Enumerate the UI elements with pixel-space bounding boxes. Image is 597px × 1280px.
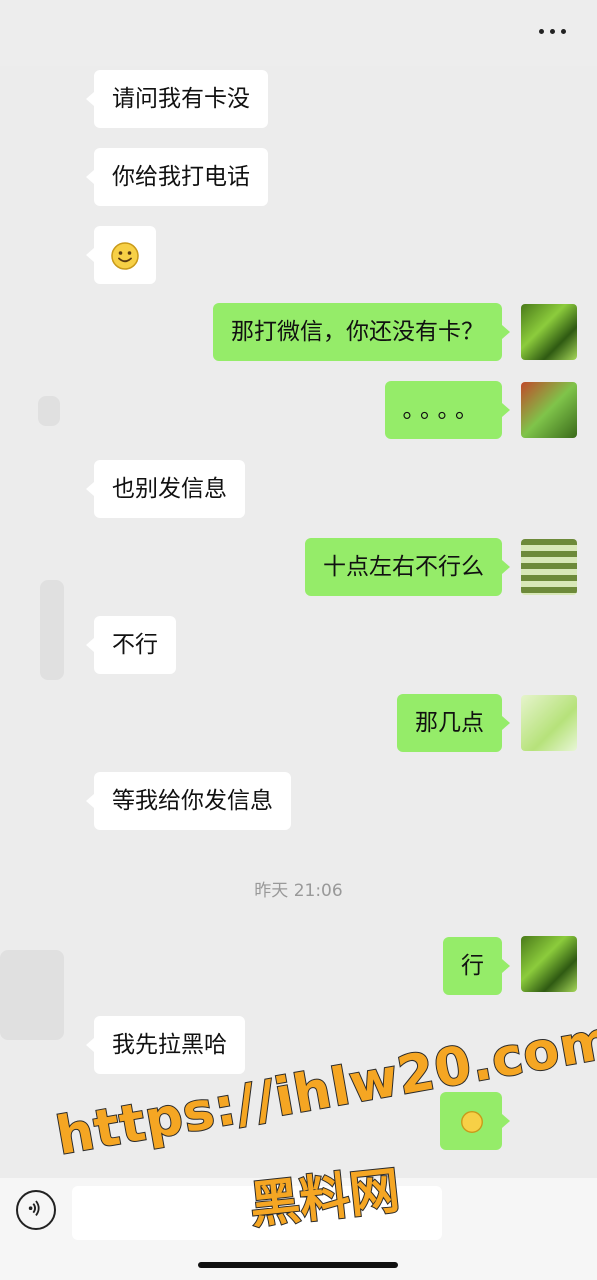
- user-avatar[interactable]: [521, 539, 577, 595]
- background-smudge: [0, 950, 64, 1040]
- message-bubble-right[interactable]: 。。。。: [384, 381, 510, 439]
- message-bubble-left[interactable]: 也别发信息: [86, 460, 245, 518]
- message-bubble-right[interactable]: 十点左右不行么: [305, 538, 510, 596]
- home-indicator[interactable]: [198, 1262, 398, 1268]
- user-avatar[interactable]: [521, 695, 577, 751]
- voice-wave-icon: [28, 1200, 40, 1216]
- message-bubble-right[interactable]: 行: [443, 937, 510, 995]
- message-bubble-left[interactable]: 不行: [86, 616, 176, 674]
- voice-input-icon[interactable]: [16, 1190, 56, 1230]
- message-bubble-left[interactable]: 请问我有卡没: [86, 70, 268, 128]
- smile-emoji-icon: [111, 241, 139, 270]
- user-avatar[interactable]: [521, 304, 577, 360]
- message-bubble-right[interactable]: 那几点: [397, 694, 510, 752]
- message-bubble-left[interactable]: 你给我打电话: [86, 148, 268, 206]
- user-avatar[interactable]: [521, 382, 577, 438]
- bye-emoji-icon: [461, 1110, 483, 1133]
- background-smudge: [38, 396, 60, 426]
- message-bubble-right[interactable]: [440, 1092, 510, 1150]
- message-bubble-left[interactable]: 我先拉黑哈: [86, 1016, 245, 1074]
- chat-header: [0, 0, 597, 66]
- message-input[interactable]: [72, 1186, 442, 1240]
- background-smudge: [40, 580, 64, 680]
- user-avatar[interactable]: [521, 936, 577, 992]
- more-options-icon[interactable]: [539, 26, 569, 40]
- message-bubble-left[interactable]: [86, 226, 156, 284]
- message-bubble-left[interactable]: 等我给你发信息: [86, 772, 291, 830]
- chat-timestamp: 昨天 21:06: [254, 881, 343, 901]
- message-bubble-right[interactable]: 那打微信，你还没有卡？: [213, 303, 510, 361]
